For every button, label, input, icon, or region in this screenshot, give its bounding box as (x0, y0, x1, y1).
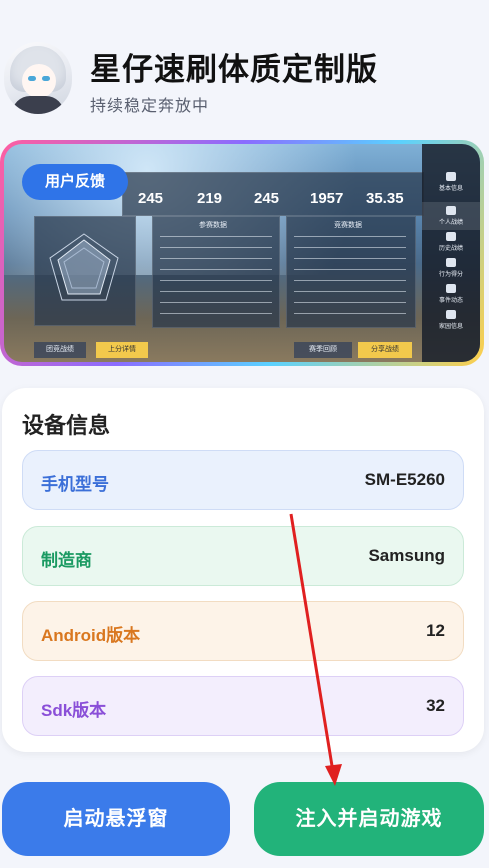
start-float-window-button[interactable]: 启动悬浮窗 (2, 782, 230, 856)
sidebar-item[interactable]: 事件动态 (422, 284, 480, 304)
stat-value: 245 (254, 190, 280, 207)
game-button[interactable]: 上分详情 (96, 342, 148, 358)
sdk-version-row: Sdk版本 32 (22, 676, 464, 736)
inject-start-game-button[interactable]: 注入并启动游戏 (254, 782, 484, 856)
stat-value: 35.35 (366, 190, 404, 207)
app-subtitle: 持续稳定奔放中 (90, 98, 210, 115)
data-lines (294, 236, 406, 320)
stat-value: 1957 (310, 190, 344, 207)
row-key: Sdk版本 (41, 701, 107, 720)
row-key: 制造商 (41, 551, 92, 570)
stat-value: 245 (138, 190, 164, 207)
data-lines (160, 236, 272, 320)
sidebar-item[interactable]: 家园信息 (422, 310, 480, 330)
game-screenshot: 245 219 245 1957 35.35 参赛数据 竞赛数据 基本信息 个人… (4, 144, 480, 362)
device-info-title: 设备信息 (22, 413, 111, 438)
manufacturer-row: 制造商 Samsung (22, 526, 464, 586)
avatar (4, 42, 72, 114)
stat-value: 219 (197, 190, 223, 207)
sidebar-item[interactable]: 行为得分 (422, 258, 480, 278)
row-value: 32 (426, 696, 445, 715)
sidebar-item[interactable]: 个人战绩 (422, 202, 480, 230)
device-model-row: 手机型号 SM-E5260 (22, 450, 464, 510)
sidebar-item[interactable]: 基本信息 (422, 172, 480, 192)
sidebar-item[interactable]: 历史战绩 (422, 232, 480, 252)
panel-title: 参赛数据 (199, 222, 227, 229)
row-key: 手机型号 (41, 475, 109, 494)
row-value: Samsung (368, 546, 445, 565)
app-title: 星仔速刷体质定制版 (90, 52, 378, 87)
feedback-button[interactable]: 用户反馈 (22, 164, 128, 200)
row-key: Android版本 (41, 626, 141, 645)
row-value: SM-E5260 (364, 470, 445, 489)
app-header: 星仔速刷体质定制版 持续稳定奔放中 (0, 0, 489, 140)
android-version-row: Android版本 12 (22, 601, 464, 661)
device-info-card: 设备信息 手机型号 SM-E5260 制造商 Samsung Android版本… (2, 388, 484, 752)
game-screenshot-banner[interactable]: 245 219 245 1957 35.35 参赛数据 竞赛数据 基本信息 个人… (0, 140, 484, 366)
game-sidebar: 基本信息 个人战绩 历史战绩 行为得分 事件动态 家园信息 (422, 144, 480, 362)
radar-chart-icon (49, 233, 119, 301)
game-button[interactable]: 团竞战绩 (34, 342, 86, 358)
game-button[interactable]: 分享战绩 (358, 342, 412, 358)
panel-title: 竞赛数据 (334, 222, 362, 229)
row-value: 12 (426, 621, 445, 640)
game-button[interactable]: 赛季回顾 (294, 342, 352, 358)
